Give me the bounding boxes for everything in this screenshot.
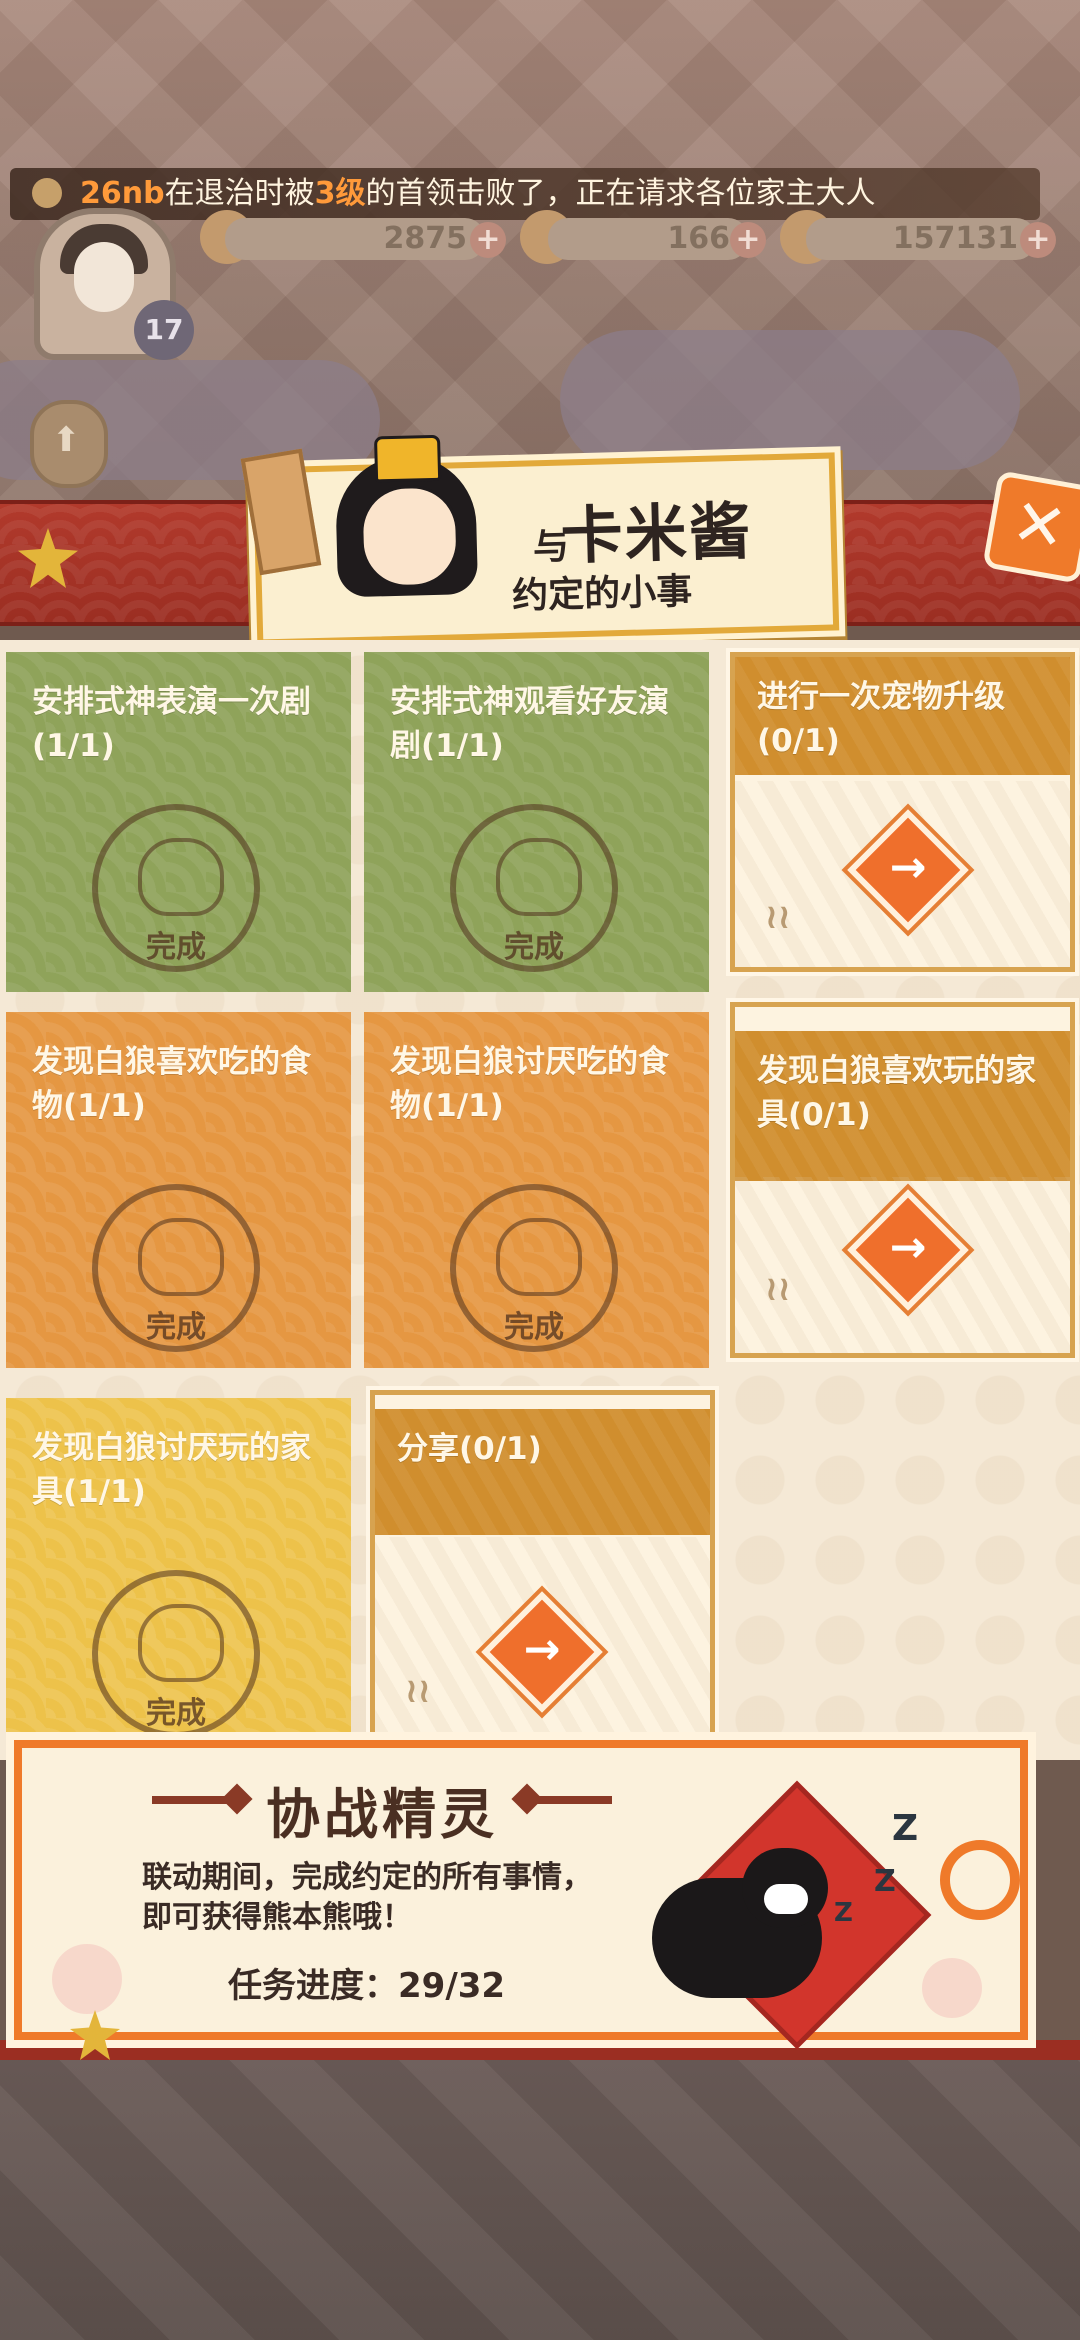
arrow-right-icon: →	[889, 842, 927, 893]
arrow-up-button[interactable]	[30, 400, 108, 488]
arrow-right-icon: →	[889, 1222, 927, 1273]
task-card-completed: 发现白狼讨厌玩的家具(1/1) 完成	[6, 1398, 351, 1754]
reward-description-line: 联动期间，完成约定的所有事情，	[142, 1860, 592, 1895]
completed-stamp: 完成	[450, 1184, 618, 1352]
task-card-completed: 安排式神观看好友演剧(1/1) 完成	[364, 652, 709, 992]
task-label: 安排式神表演一次剧(1/1)	[32, 684, 311, 764]
panel-title-card: 与 卡米酱 约定的小事	[240, 434, 840, 646]
task-label: 发现白狼喜欢玩的家具(0/1)	[757, 1053, 1036, 1133]
add-magatama-button[interactable]: +	[730, 222, 766, 258]
boss-level: 3级	[314, 176, 366, 211]
reward-panel: 协战精灵 联动期间，完成约定的所有事情， 即可获得熊本熊哦！ 任务进度：29/3…	[14, 1740, 1028, 2050]
task-card-completed: 安排式神表演一次剧(1/1) 完成	[6, 652, 351, 992]
kumamon-muzzle	[764, 1884, 808, 1914]
task-label: 安排式神观看好友演剧(1/1)	[390, 684, 669, 764]
kami-chan-portrait	[324, 434, 488, 608]
task-card-pending: 分享(0/1) ≀≀ →	[370, 1390, 715, 1742]
squiggle-decoration: ≀≀	[765, 1269, 791, 1309]
task-progress: 任务进度：29/32	[228, 1966, 506, 2006]
blossom-decoration	[52, 1944, 122, 2014]
coin-value: 157131	[806, 218, 1036, 260]
task-card-header: 发现白狼喜欢玩的家具(0/1)	[735, 1031, 1070, 1181]
stamp-face-icon	[138, 1604, 224, 1682]
squiggle-decoration: ≀≀	[765, 897, 791, 937]
stamp-face-icon	[138, 838, 224, 916]
stamp-label: 完成	[146, 930, 206, 965]
arrow-right-icon: →	[523, 1624, 561, 1675]
task-card-completed: 发现白狼讨厌吃的食物(1/1) 完成	[364, 1012, 709, 1368]
reward-description-line: 即可获得熊本熊哦！	[142, 1900, 412, 1935]
task-label: 发现白狼喜欢吃的食物(1/1)	[32, 1044, 311, 1124]
stamp-label: 完成	[504, 1310, 564, 1345]
mascot-face	[359, 484, 460, 589]
completed-stamp: 完成	[92, 1570, 260, 1738]
task-card-pending: 发现白狼喜欢玩的家具(0/1) ≀≀ →	[730, 1002, 1075, 1358]
player-level-badge: 17	[134, 300, 194, 360]
stamp-label: 完成	[504, 930, 564, 965]
panel-subtitle: 约定的小事	[511, 571, 693, 617]
stamina-value: 2875	[225, 218, 485, 260]
stamp-face-icon	[138, 1218, 224, 1296]
panel-title: 卡米酱	[559, 494, 754, 573]
avatar-face	[74, 242, 134, 312]
flower-icon	[32, 178, 62, 208]
task-card-pending: 进行一次宠物升级(0/1) ≀≀ →	[730, 652, 1075, 972]
ticker-text: 在退治时被	[164, 176, 315, 211]
close-button[interactable]: ✕	[982, 470, 1080, 584]
add-stamina-button[interactable]: +	[470, 222, 506, 258]
task-label: 发现白狼讨厌玩的家具(1/1)	[32, 1430, 311, 1510]
task-label: 进行一次宠物升级(0/1)	[757, 679, 1005, 759]
sleep-z-icon: Z	[874, 1864, 896, 1899]
completed-stamp: 完成	[450, 804, 618, 972]
completed-stamp: 完成	[92, 1184, 260, 1352]
stamp-face-icon	[496, 838, 582, 916]
stamp-face-icon	[496, 1218, 582, 1296]
player-name: 26nb	[80, 176, 165, 211]
broadcast-ticker: 26nb在退治时被3级的首领击败了，正在请求各位家主大人	[10, 168, 1040, 220]
cloud-decoration	[560, 330, 1020, 470]
stamp-label: 完成	[146, 1310, 206, 1345]
blossom-decoration	[922, 1958, 982, 2018]
task-card-completed: 发现白狼喜欢吃的食物(1/1) 完成	[6, 1012, 351, 1368]
completed-stamp: 完成	[92, 804, 260, 972]
close-icon: ✕	[1006, 484, 1073, 568]
task-card-header: 进行一次宠物升级(0/1)	[735, 657, 1070, 775]
squiggle-decoration: ≀≀	[405, 1671, 431, 1711]
sleep-z-icon: Z	[834, 1898, 853, 1928]
sleep-z-icon: Z	[892, 1808, 919, 1849]
magatama-value: 166	[548, 218, 748, 260]
ticker-text: 的首领击败了，正在请求各位家主大人	[365, 176, 876, 211]
reward-description: 联动期间，完成约定的所有事情， 即可获得熊本熊哦！	[142, 1858, 592, 1938]
game-background-bottom	[0, 2060, 1080, 2340]
ring-decoration	[940, 1840, 1020, 1920]
add-coin-button[interactable]: +	[1020, 222, 1056, 258]
task-label: 分享(0/1)	[397, 1431, 542, 1467]
mascot-crown	[373, 434, 442, 483]
task-label: 发现白狼讨厌吃的食物(1/1)	[390, 1044, 669, 1124]
stamp-label: 完成	[146, 1696, 206, 1731]
reward-title: 协战精灵	[266, 1783, 498, 1846]
task-card-header: 分享(0/1)	[375, 1409, 710, 1535]
